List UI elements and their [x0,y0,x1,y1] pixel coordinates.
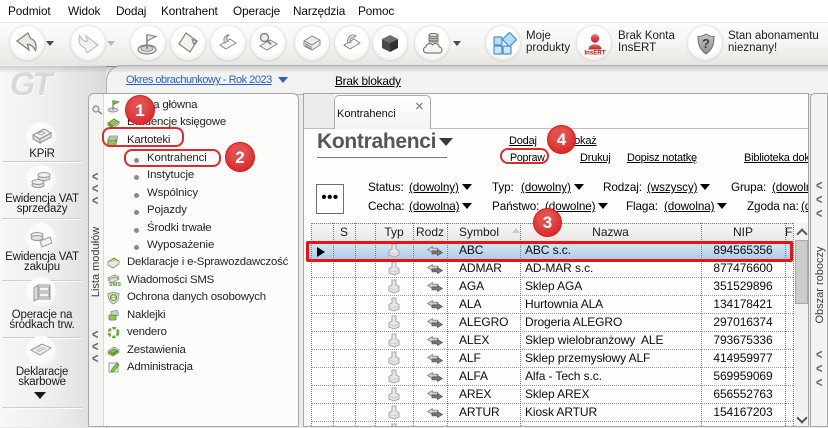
svg-text:InsERT: InsERT [584,50,606,57]
svg-text:SMS: SMS [109,282,121,288]
svg-text:?: ? [702,36,710,51]
